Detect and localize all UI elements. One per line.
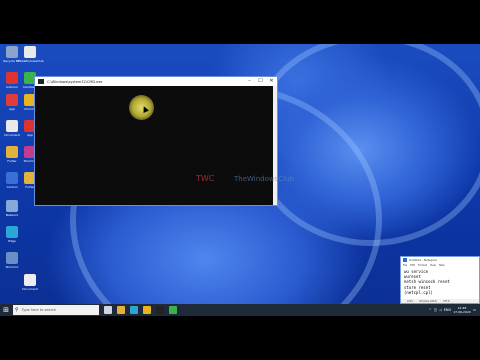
line-ending: Windows (CRLF) (419, 299, 437, 303)
menu-format[interactable]: Format (418, 264, 427, 267)
app-icon (6, 94, 18, 106)
watermark-text: TheWindowsClub (234, 175, 294, 183)
tray-chevron-icon[interactable]: ^ (429, 308, 432, 312)
clock[interactable]: 12:48 17-06-2020 (453, 306, 470, 314)
clock-date: 17-06-2020 (453, 310, 471, 314)
maximize-button[interactable]: ☐ (255, 77, 266, 86)
desktop-icon[interactable]: Network (0, 200, 24, 217)
desktop-icon[interactable]: Document (18, 274, 42, 291)
app-icon (6, 72, 18, 84)
menu-edit[interactable]: Edit (410, 264, 415, 267)
letterbox-top (0, 0, 480, 44)
encoding: UTF-8 (442, 299, 450, 303)
notepad-status-bar: 100% Windows (CRLF) UTF-8 (401, 299, 479, 303)
desktop-icon-label: TheWindowsClub (18, 59, 44, 63)
volume-icon[interactable]: ◁ (439, 308, 442, 312)
desktop-icon[interactable]: TheWindowsClub (18, 46, 44, 63)
cmd-titlebar[interactable]: C:\Windows\system32\CMD.exe – ☐ ✕ (35, 77, 277, 86)
minimize-button[interactable]: – (244, 77, 255, 86)
letterbox-bottom (0, 316, 480, 360)
edge-icon[interactable] (130, 306, 138, 314)
desktop-icon-label: Network (5, 213, 19, 217)
cmd-scrollbar[interactable] (273, 86, 277, 205)
zoom-level: 100% (407, 299, 414, 303)
network-icon (6, 200, 18, 212)
control-panel-icon (6, 172, 18, 184)
desktop-icon[interactable]: Shortcut (0, 252, 24, 269)
cmd-icon (38, 79, 44, 84)
desktop-icon-label: Shortcut (5, 265, 19, 269)
app-icon (6, 252, 18, 264)
document-icon (24, 274, 36, 286)
document-icon (24, 46, 36, 58)
watermark-logo: TWC (196, 174, 215, 183)
notepad-title: Untitled - Notepad (409, 258, 437, 262)
desktop-icon-label: Edge (8, 239, 16, 243)
camtasia-taskbar-icon[interactable] (169, 306, 177, 314)
network-icon[interactable]: ◫ (434, 308, 437, 312)
search-icon: ⚲ (15, 307, 19, 313)
language-indicator[interactable]: ENG (444, 308, 452, 312)
notepad-icon (403, 258, 407, 262)
start-button[interactable]: ⊞ (0, 304, 12, 316)
notepad-window[interactable]: Untitled - Notepad File Edit Format View… (400, 256, 480, 304)
menu-file[interactable]: File (403, 264, 407, 267)
file-explorer-icon[interactable] (117, 306, 125, 314)
close-button[interactable]: ✕ (266, 77, 277, 86)
desktop-icon-label: Document (22, 287, 38, 291)
recycle-bin-icon (6, 46, 18, 58)
folder-icon (6, 146, 18, 158)
search-placeholder: Type here to search (21, 308, 57, 312)
edge-icon (6, 226, 18, 238)
taskbar: ⊞ ⚲ Type here to search ^ ◫ ◁ ENG 12:48 … (0, 304, 480, 316)
menu-help[interactable]: Help (439, 264, 445, 267)
cmd-title: C:\Windows\system32\CMD.exe (47, 79, 103, 84)
menu-view[interactable]: View (430, 264, 436, 267)
desktop-icon[interactable]: Edge (0, 226, 24, 243)
taskbar-search[interactable]: ⚲ Type here to search (13, 305, 99, 315)
notepad-titlebar[interactable]: Untitled - Notepad (401, 257, 479, 263)
cmd-window[interactable]: C:\Windows\system32\CMD.exe – ☐ ✕ (34, 76, 278, 206)
task-view-icon[interactable] (104, 306, 112, 314)
document-icon (6, 120, 18, 132)
notepad-text-area[interactable]: wu service wureset netsh winsock reset s… (401, 268, 479, 296)
cmd-taskbar-icon[interactable] (156, 306, 164, 314)
system-tray: ^ ◫ ◁ ENG 12:48 17-06-2020 ▭ (429, 304, 476, 316)
text-line: (netcpl.cpl) (404, 289, 433, 295)
notifications-icon[interactable]: ▭ (473, 308, 476, 312)
chrome-icon[interactable] (143, 306, 151, 314)
